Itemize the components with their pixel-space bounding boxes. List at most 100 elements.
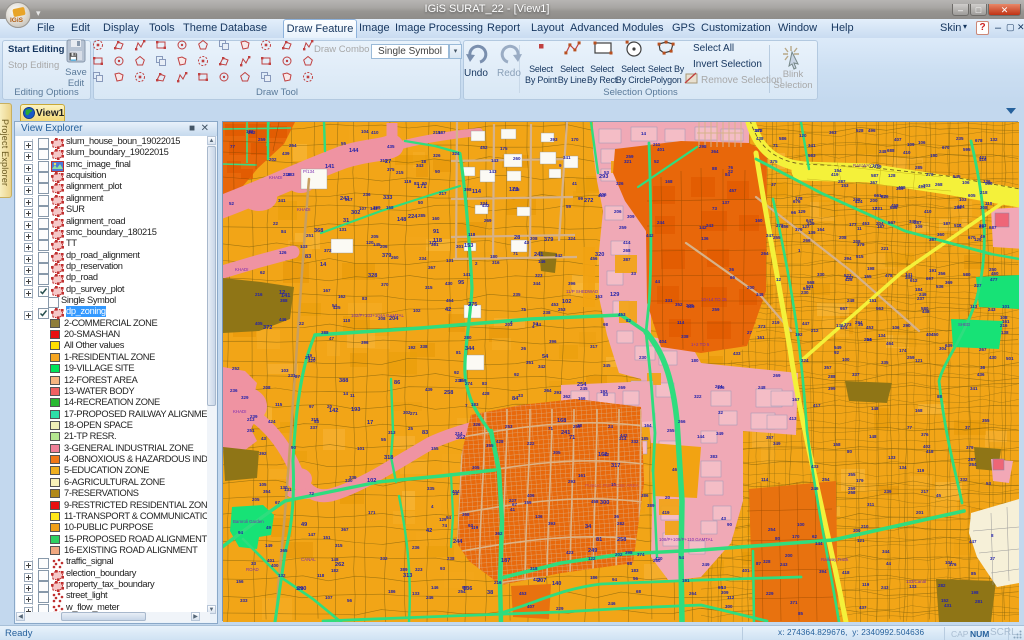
svg-text:389: 389 — [400, 567, 408, 572]
svg-text:128: 128 — [888, 173, 896, 178]
svg-text:355: 355 — [486, 443, 494, 448]
svg-text:106: 106 — [962, 180, 970, 185]
svg-text:84: 84 — [725, 172, 731, 177]
svg-text:224: 224 — [715, 384, 723, 389]
svg-text:321: 321 — [624, 159, 632, 164]
svg-text:95: 95 — [458, 280, 464, 286]
svg-text:62: 62 — [812, 534, 818, 539]
svg-text:583: 583 — [808, 153, 816, 158]
svg-text:363: 363 — [829, 130, 837, 135]
svg-text:32: 32 — [718, 410, 724, 415]
svg-text:453: 453 — [519, 591, 527, 596]
svg-text:49: 49 — [301, 522, 307, 528]
svg-text:406: 406 — [527, 493, 535, 498]
svg-text:201: 201 — [916, 510, 924, 515]
svg-text:109: 109 — [907, 142, 915, 147]
svg-text:433: 433 — [811, 464, 819, 469]
svg-text:287: 287 — [968, 457, 976, 462]
svg-text:373: 373 — [758, 324, 766, 329]
svg-text:246: 246 — [608, 601, 616, 606]
svg-text:266: 266 — [678, 419, 686, 424]
svg-text:407: 407 — [894, 137, 902, 142]
svg-text:338: 338 — [681, 334, 689, 339]
svg-text:88: 88 — [937, 394, 943, 399]
svg-text:20: 20 — [665, 495, 671, 500]
svg-text:269: 269 — [618, 385, 626, 390]
svg-text:586: 586 — [779, 136, 787, 141]
svg-text:328: 328 — [368, 273, 377, 279]
svg-text:155: 155 — [431, 446, 439, 451]
svg-text:110: 110 — [343, 318, 351, 323]
svg-text:342: 342 — [555, 253, 563, 258]
svg-text:254: 254 — [577, 382, 587, 388]
svg-text:167: 167 — [323, 288, 331, 293]
svg-text:246: 246 — [811, 486, 819, 491]
svg-text:182: 182 — [331, 568, 339, 573]
svg-text:71: 71 — [513, 251, 519, 256]
svg-text:144: 144 — [349, 148, 359, 154]
svg-text:82: 82 — [626, 318, 632, 323]
svg-text:148: 148 — [397, 217, 406, 223]
svg-text:Railway Track: Railway Track — [821, 557, 849, 562]
svg-text:379: 379 — [966, 445, 974, 450]
svg-text:400: 400 — [271, 563, 279, 568]
svg-text:102: 102 — [413, 308, 421, 313]
svg-text:376: 376 — [949, 562, 957, 567]
svg-text:81: 81 — [456, 350, 462, 355]
svg-text:87: 87 — [756, 561, 762, 566]
svg-text:179: 179 — [856, 478, 864, 483]
svg-text:419: 419 — [831, 172, 839, 177]
svg-text:313: 313 — [403, 573, 412, 579]
svg-text:206: 206 — [380, 244, 388, 249]
svg-text:151: 151 — [869, 298, 877, 303]
svg-text:302: 302 — [351, 210, 360, 216]
svg-text:184: 184 — [915, 287, 923, 292]
svg-text:52: 52 — [229, 201, 235, 206]
svg-text:398: 398 — [625, 550, 633, 555]
svg-text:137: 137 — [722, 200, 730, 205]
svg-text:335: 335 — [881, 360, 889, 365]
svg-text:302: 302 — [403, 410, 411, 415]
svg-text:42: 42 — [426, 528, 432, 534]
svg-text:131: 131 — [339, 227, 347, 232]
svg-text:269: 269 — [853, 197, 861, 202]
svg-text:275: 275 — [468, 302, 477, 308]
svg-text:696: 696 — [890, 205, 898, 210]
svg-text:138: 138 — [1001, 330, 1009, 335]
svg-text:383: 383 — [710, 454, 718, 459]
svg-text:324: 324 — [568, 236, 576, 241]
svg-text:44: 44 — [886, 561, 892, 566]
svg-text:158: 158 — [833, 442, 841, 447]
svg-text:207: 207 — [537, 578, 546, 584]
svg-text:156: 156 — [236, 579, 244, 584]
svg-text:83: 83 — [362, 296, 368, 301]
svg-text:171: 171 — [368, 510, 376, 515]
svg-text:192: 192 — [408, 345, 416, 350]
svg-text:509: 509 — [985, 181, 993, 186]
svg-text:182: 182 — [246, 129, 254, 134]
svg-text:253: 253 — [505, 424, 513, 429]
svg-text:141: 141 — [281, 293, 290, 299]
svg-text:438: 438 — [922, 309, 930, 314]
svg-text:349: 349 — [716, 431, 724, 436]
svg-text:71: 71 — [548, 426, 554, 431]
svg-text:129: 129 — [439, 517, 447, 522]
svg-text:320: 320 — [595, 252, 604, 258]
svg-text:200: 200 — [785, 553, 793, 558]
svg-text:639: 639 — [945, 343, 953, 348]
svg-text:280: 280 — [464, 335, 472, 340]
svg-text:285: 285 — [915, 165, 923, 170]
svg-text:52: 52 — [654, 159, 660, 164]
svg-text:308: 308 — [530, 236, 538, 241]
svg-text:CANAL: CANAL — [301, 557, 316, 562]
svg-text:326: 326 — [433, 153, 441, 158]
svg-text:371: 371 — [790, 600, 798, 605]
svg-text:103: 103 — [281, 368, 289, 373]
svg-text:452: 452 — [480, 145, 488, 150]
svg-text:211: 211 — [653, 142, 661, 147]
svg-text:121: 121 — [915, 358, 923, 363]
svg-text:375: 375 — [770, 159, 778, 164]
svg-text:161: 161 — [757, 335, 765, 340]
svg-text:202: 202 — [269, 157, 277, 162]
svg-text:229: 229 — [556, 606, 564, 611]
